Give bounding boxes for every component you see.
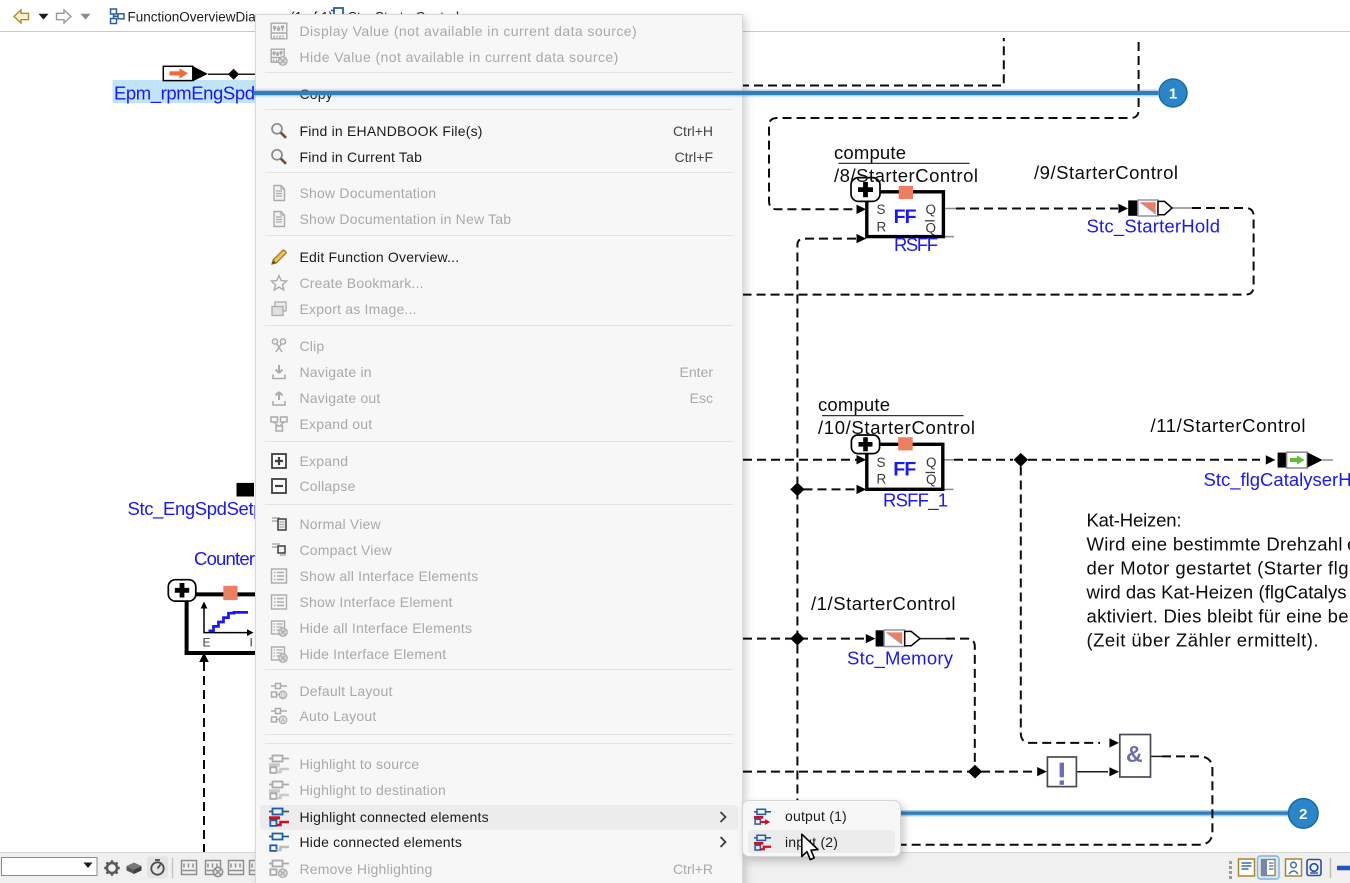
svg-text:RSFF_1: RSFF_1 — [883, 490, 948, 512]
svg-text:Counter: Counter — [194, 548, 255, 569]
svg-text:Kat-Heizen:: Kat-Heizen: — [1087, 510, 1182, 531]
svg-text:(Zeit über Zähler ermittelt).: (Zeit über Zähler ermittelt). — [1087, 630, 1319, 651]
svg-text:FF: FF — [894, 206, 917, 228]
svg-text:1: 1 — [1168, 85, 1176, 102]
svg-text:Q: Q — [926, 455, 937, 470]
svg-text:aktiviert. Dies bleibt für ein: aktiviert. Dies bleibt für eine be — [1087, 606, 1349, 627]
svg-text:Stc_StarterHold: Stc_StarterHold — [1087, 215, 1221, 237]
svg-text:E: E — [203, 635, 211, 649]
svg-text:Epm_rpmEngSpd: Epm_rpmEngSpd — [114, 83, 255, 105]
svg-text:/8/StarterControl: /8/StarterControl — [834, 165, 978, 186]
svg-text:Stc_Memory: Stc_Memory — [847, 648, 954, 670]
svg-text:FF: FF — [893, 459, 916, 481]
svg-text:D: D — [280, 692, 285, 699]
svg-text:RSFF: RSFF — [894, 234, 938, 255]
svg-text:Stc_flgCatalyserHeat: Stc_flgCatalyserHeat — [1204, 469, 1350, 491]
svg-text:S: S — [877, 202, 886, 217]
svg-text:I: I — [250, 635, 253, 649]
svg-text:Q: Q — [926, 472, 937, 487]
svg-text:A: A — [280, 717, 285, 724]
svg-text:Q: Q — [926, 202, 937, 217]
svg-text:R: R — [877, 472, 887, 487]
svg-text:2: 2 — [1299, 806, 1307, 823]
svg-text:&: & — [1126, 741, 1143, 767]
svg-text:S: S — [877, 455, 886, 470]
svg-text:Stc_EngSpdSetp: Stc_EngSpdSetp — [128, 498, 264, 520]
svg-text:/1/StarterControl: /1/StarterControl — [811, 593, 956, 614]
svg-text:compute: compute — [818, 394, 890, 415]
svg-text:der Motor gestartet (Starter f: der Motor gestartet (Starter flg — [1087, 558, 1349, 579]
svg-text:compute: compute — [834, 142, 906, 163]
svg-text:wird das Kat-Heizen (flgCataly: wird das Kat-Heizen (flgCatalys — [1086, 582, 1347, 603]
svg-text:Wird eine bestimmte Drehzahl: Wird eine bestimmte Drehzahl — [1087, 534, 1343, 555]
svg-text:R: R — [877, 220, 887, 235]
svg-text:/11/StarterControl: /11/StarterControl — [1151, 415, 1306, 436]
svg-text:/10/StarterControl: /10/StarterControl — [818, 417, 975, 438]
svg-text:/9/StarterControl: /9/StarterControl — [1034, 162, 1178, 183]
